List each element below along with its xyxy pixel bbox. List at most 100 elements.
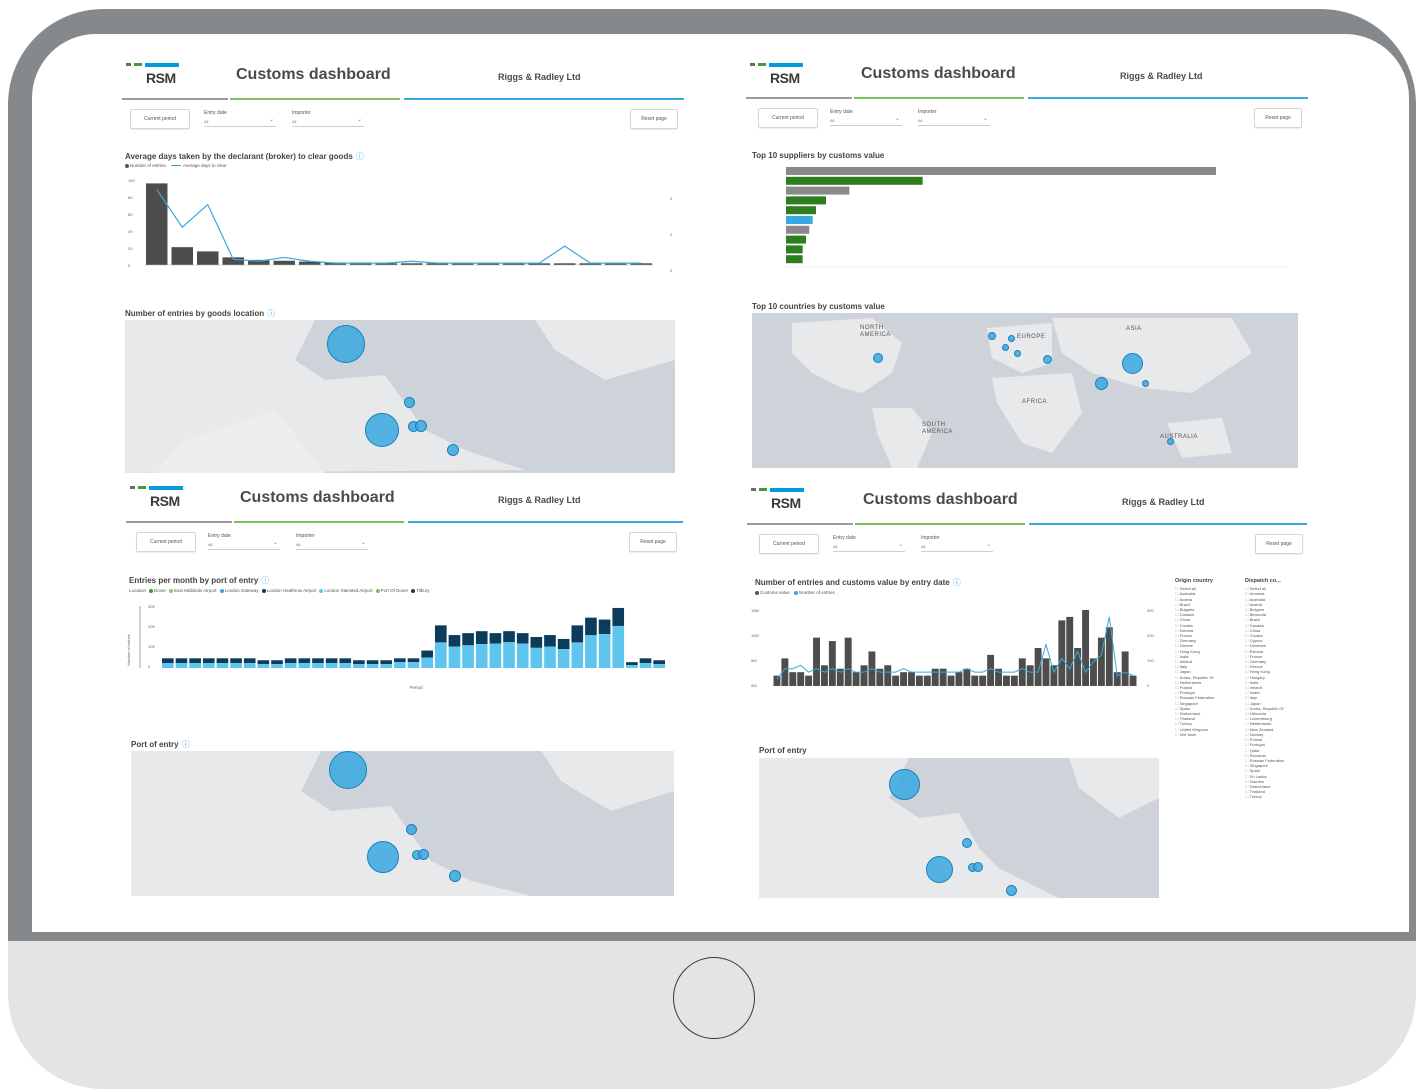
location-bubble[interactable] xyxy=(404,397,415,408)
current-period-button[interactable]: Current period xyxy=(130,109,190,129)
location-bubble[interactable] xyxy=(447,444,459,456)
month-bar-light xyxy=(626,665,638,668)
reset-page-button[interactable]: Reset page xyxy=(630,109,678,129)
port-bubble[interactable] xyxy=(973,862,983,872)
country-bubble[interactable] xyxy=(1167,438,1174,445)
importer-filter[interactable]: Importer All xyxy=(921,535,993,552)
supplier-bar xyxy=(786,255,803,264)
dashboard-header: RSM Customs dashboard Riggs & Radley Ltd xyxy=(122,55,702,103)
supplier-bar xyxy=(786,186,850,195)
port-bubble[interactable] xyxy=(926,856,953,883)
supplier-bar xyxy=(786,225,810,234)
continent-label: AFRICA xyxy=(1022,399,1048,405)
port-bubble[interactable] xyxy=(367,841,399,873)
location-bubble[interactable] xyxy=(327,325,365,363)
date-bar xyxy=(963,668,971,686)
entry-date-filter[interactable]: Entry date All xyxy=(830,109,902,126)
month-bar-dark xyxy=(489,633,502,644)
importer-filter[interactable]: Importer All xyxy=(296,533,368,550)
country-bubble[interactable] xyxy=(1122,353,1143,374)
country-bubble[interactable] xyxy=(1008,335,1015,342)
y-tick-label: 0 xyxy=(128,263,131,268)
chart-title: Top 10 suppliers by customs value xyxy=(752,151,885,160)
date-bar xyxy=(923,675,931,686)
date-bar xyxy=(955,672,963,686)
y-tick-label: 80 xyxy=(128,195,133,200)
month-bar-light xyxy=(639,663,652,668)
date-bar xyxy=(884,665,892,686)
country-checkbox-item[interactable]: Turkey xyxy=(1245,794,1309,799)
location-bubble[interactable] xyxy=(365,413,399,447)
month-bar-light xyxy=(230,663,242,668)
country-bubble[interactable] xyxy=(873,353,883,363)
importer-filter[interactable]: Importer All xyxy=(918,109,990,126)
port-bubble[interactable] xyxy=(449,870,461,882)
importer-filter[interactable]: Importer All xyxy=(292,110,364,127)
legend-location: London Gateway xyxy=(224,588,259,593)
suppliers-chart xyxy=(786,167,1286,268)
country-checkbox-item[interactable]: Viet Nam xyxy=(1175,732,1239,737)
country-bubble[interactable] xyxy=(1142,380,1149,387)
dispatch-country-slicer[interactable]: Dispatch co... Select allArmeniaAustrali… xyxy=(1245,578,1309,800)
uk-map[interactable] xyxy=(759,758,1159,898)
current-period-button[interactable]: Current period xyxy=(136,532,196,552)
date-bar xyxy=(813,637,820,686)
logo-text: RSM xyxy=(771,495,801,511)
location-bubble[interactable] xyxy=(415,420,427,432)
reset-page-button[interactable]: Reset page xyxy=(1255,534,1303,554)
chart-title: Average days taken by the declarant (bro… xyxy=(125,152,364,161)
supplier-bar xyxy=(786,235,806,244)
month-bar-light xyxy=(544,646,556,668)
country-bubble[interactable] xyxy=(1043,355,1052,364)
entry-date-filter[interactable]: Entry date All xyxy=(208,533,280,550)
month-bar-dark xyxy=(598,619,611,635)
legend-location: East Midlands Airport xyxy=(174,588,217,593)
current-period-button[interactable]: Current period xyxy=(759,534,819,554)
country-bubble[interactable] xyxy=(1014,350,1021,357)
y2-tick-label: 0 xyxy=(670,268,673,273)
y2-tick-label: 300 xyxy=(1147,608,1154,613)
port-bubble[interactable] xyxy=(962,838,972,848)
entry-date-filter[interactable]: Entry date All xyxy=(833,535,905,552)
country-bubble[interactable] xyxy=(1095,377,1108,390)
entry-date-filter[interactable]: Entry date All xyxy=(204,110,276,127)
country-bubble[interactable] xyxy=(988,332,996,340)
port-bubble[interactable] xyxy=(406,824,417,835)
dispatch-country-header: Dispatch co... xyxy=(1245,578,1281,584)
country-bubble[interactable] xyxy=(1002,344,1009,351)
date-bar xyxy=(939,668,947,686)
month-bar-light xyxy=(339,663,352,668)
rsm-logo: RSM xyxy=(751,488,807,516)
port-bubble[interactable] xyxy=(418,849,429,860)
month-bar-dark xyxy=(448,635,461,647)
y-tick-label: 10K xyxy=(148,644,155,649)
reset-page-button[interactable]: Reset page xyxy=(1254,108,1302,128)
month-bar-dark xyxy=(353,660,365,665)
month-bar-light xyxy=(653,664,665,668)
month-bar-light xyxy=(598,634,611,668)
uk-map[interactable] xyxy=(125,320,675,473)
rsm-logo: RSM xyxy=(126,63,182,91)
date-bar xyxy=(1042,658,1050,686)
port-bubble[interactable] xyxy=(889,769,920,800)
date-bar xyxy=(828,641,836,686)
bar xyxy=(273,260,295,265)
port-bubble[interactable] xyxy=(329,751,367,789)
legend-dot xyxy=(411,588,416,593)
reset-page-button[interactable]: Reset page xyxy=(629,532,677,552)
world-map[interactable]: NORTH AMERICA EUROPE ASIA AFRICA SOUTH A… xyxy=(752,313,1298,468)
date-bar xyxy=(987,654,995,686)
month-bar-light xyxy=(557,649,570,668)
month-bar-dark xyxy=(216,658,229,664)
current-period-button[interactable]: Current period xyxy=(758,108,818,128)
month-bar-dark xyxy=(202,658,215,664)
legend-dot xyxy=(319,588,324,593)
home-button[interactable] xyxy=(673,957,755,1039)
port-bubble[interactable] xyxy=(1006,885,1017,896)
month-bar-light xyxy=(366,664,379,668)
month-bar-dark xyxy=(585,617,597,636)
map-title: Port of entry xyxy=(759,746,807,755)
origin-country-slicer[interactable]: Origin country Select allAustraliaAustri… xyxy=(1175,578,1239,737)
bar xyxy=(146,183,168,265)
uk-map[interactable] xyxy=(131,751,674,896)
